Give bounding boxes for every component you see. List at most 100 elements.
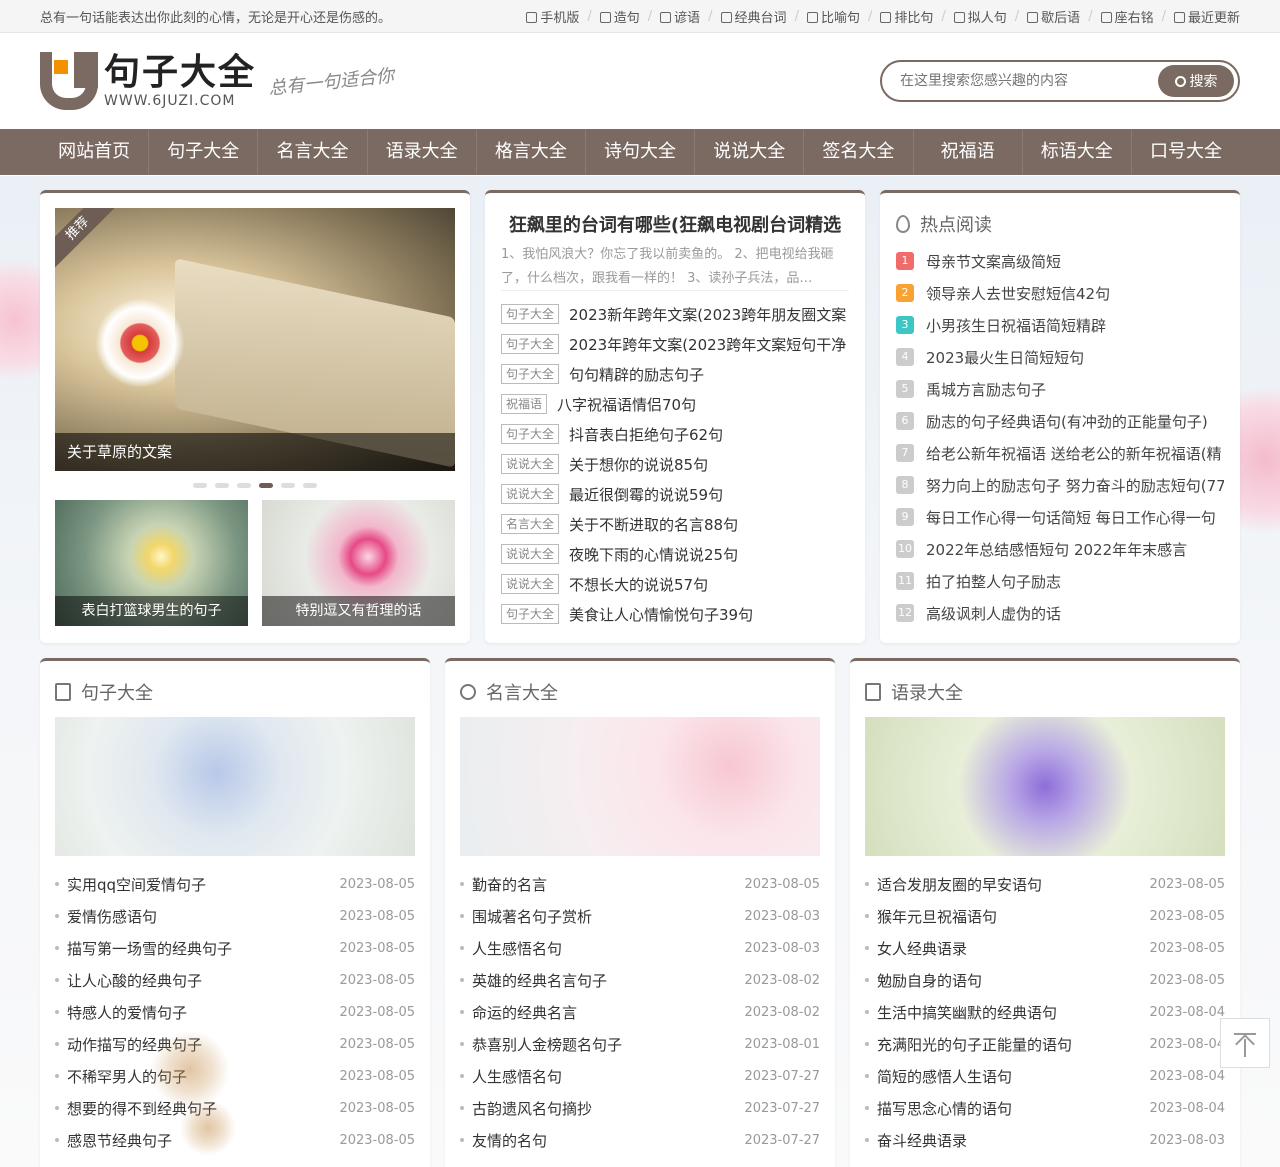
list-item[interactable]: 实用qq空间爱情句子 2023-08-05 bbox=[55, 868, 415, 900]
column-image[interactable] bbox=[55, 717, 415, 856]
hot-item-title[interactable]: 给老公新年祝福语 送给老公的新年祝福语(精 bbox=[926, 443, 1222, 464]
top-link[interactable]: 拟人句 bbox=[953, 7, 1007, 26]
list-item-title[interactable]: 英雄的经典名言句子 bbox=[460, 970, 607, 991]
slider-dot[interactable] bbox=[281, 483, 295, 488]
list-item[interactable]: 充满阳光的句子正能量的语句 2023-08-04 bbox=[865, 1028, 1225, 1060]
top-link[interactable]: 座右铭 bbox=[1100, 7, 1154, 26]
list-item-title[interactable]: 奋斗经典语录 bbox=[865, 1130, 967, 1151]
featured-item-title[interactable]: 美食让人心情愉悦句子39句 bbox=[569, 604, 753, 625]
hot-item[interactable]: 2 领导亲人去世安慰短信42句 bbox=[896, 277, 1224, 309]
list-item-title[interactable]: 让人心酸的经典句子 bbox=[55, 970, 202, 991]
list-item[interactable]: 动作描写的经典句子 2023-08-05 bbox=[55, 1028, 415, 1060]
hot-item[interactable]: 3 小男孩生日祝福语简短精辟 bbox=[896, 309, 1224, 341]
list-item-title[interactable]: 不稀罕男人的句子 bbox=[55, 1066, 187, 1087]
list-item[interactable]: 描写第一场雪的经典句子 2023-08-05 bbox=[55, 932, 415, 964]
slider-image[interactable]: 推荐 关于草原的文案 bbox=[55, 208, 455, 471]
featured-item-title[interactable]: 2023新年跨年文案(2023跨年朋友圈文案 bbox=[569, 304, 846, 325]
featured-item[interactable]: 名言大全 关于不断进取的名言88句 bbox=[501, 509, 849, 539]
slider-dot[interactable] bbox=[303, 483, 317, 488]
hot-item[interactable]: 11 拍了拍整人句子励志 bbox=[896, 565, 1224, 597]
top-link[interactable]: 手机版 bbox=[526, 7, 579, 26]
category-tag[interactable]: 说说大全 bbox=[501, 484, 560, 504]
category-tag[interactable]: 说说大全 bbox=[501, 544, 560, 564]
list-item-title[interactable]: 女人经典语录 bbox=[865, 938, 967, 959]
back-to-top-button[interactable] bbox=[1220, 1018, 1270, 1068]
featured-item[interactable]: 句子大全 2023年跨年文案(2023跨年文案短句干净 bbox=[501, 329, 849, 359]
hot-item[interactable]: 8 努力向上的励志句子 努力奋斗的励志短句(77 bbox=[896, 469, 1224, 501]
list-item[interactable]: 生活中搞笑幽默的经典语句 2023-08-04 bbox=[865, 996, 1225, 1028]
hot-item-title[interactable]: 禹城方言励志句子 bbox=[926, 379, 1046, 400]
list-item[interactable]: 恭喜别人金榜题名句子 2023-08-01 bbox=[460, 1028, 820, 1060]
featured-item[interactable]: 说说大全 最近很倒霉的说说59句 bbox=[501, 479, 849, 509]
hot-item[interactable]: 10 2022年总结感悟短句 2022年年末感言 bbox=[896, 533, 1224, 565]
nav-item[interactable]: 祝福语 bbox=[914, 129, 1023, 175]
list-item-title[interactable]: 友情的名句 bbox=[460, 1130, 547, 1151]
list-item-title[interactable]: 充满阳光的句子正能量的语句 bbox=[865, 1034, 1072, 1055]
hot-item-title[interactable]: 每日工作心得一句话简短 每日工作心得一句 bbox=[926, 507, 1216, 528]
list-item[interactable]: 英雄的经典名言句子 2023-08-02 bbox=[460, 964, 820, 996]
hot-item-title[interactable]: 努力向上的励志句子 努力奋斗的励志短句(77 bbox=[926, 475, 1224, 496]
list-item[interactable]: 人生感悟名句 2023-07-27 bbox=[460, 1060, 820, 1092]
list-item[interactable]: 想要的得不到经典句子 2023-08-05 bbox=[55, 1092, 415, 1124]
logo[interactable]: 句子大全 WWW.6JUZI.COM 总有一句适合你 bbox=[40, 52, 395, 110]
nav-item[interactable]: 口号大全 bbox=[1132, 129, 1240, 175]
featured-title[interactable]: 狂飙里的台词有哪些(狂飙电视剧台词精选 bbox=[501, 211, 849, 237]
hot-item[interactable]: 6 励志的句子经典语句(有冲劲的正能量句子) bbox=[896, 405, 1224, 437]
top-link[interactable]: 造句 bbox=[599, 7, 640, 26]
nav-item[interactable]: 语录大全 bbox=[368, 129, 477, 175]
nav-item[interactable]: 句子大全 bbox=[149, 129, 259, 175]
hot-item-title[interactable]: 高级讽刺人虚伪的话 bbox=[926, 603, 1061, 624]
nav-item[interactable]: 名言大全 bbox=[258, 129, 368, 175]
featured-item[interactable]: 句子大全 句句精辟的励志句子 bbox=[501, 359, 849, 389]
hot-item-title[interactable]: 2022年总结感悟短句 2022年年末感言 bbox=[926, 539, 1187, 560]
list-item-title[interactable]: 描写思念心情的语句 bbox=[865, 1098, 1012, 1119]
list-item[interactable]: 古韵遗风名句摘抄 2023-07-27 bbox=[460, 1092, 820, 1124]
top-link[interactable]: 排比句 bbox=[880, 7, 933, 26]
hot-item[interactable]: 1 母亲节文案高级简短 bbox=[896, 245, 1224, 277]
column-title[interactable]: 名言大全 bbox=[486, 679, 558, 705]
list-item[interactable]: 不稀罕男人的句子 2023-08-05 bbox=[55, 1060, 415, 1092]
featured-item[interactable]: 说说大全 关于想你的说说85句 bbox=[501, 449, 849, 479]
list-item[interactable]: 人生感悟名句 2023-08-03 bbox=[460, 932, 820, 964]
category-tag[interactable]: 句子大全 bbox=[501, 604, 560, 624]
featured-item[interactable]: 句子大全 美食让人心情愉悦句子39句 bbox=[501, 599, 849, 629]
hot-item[interactable]: 4 2023最火生日简短短句 bbox=[896, 341, 1224, 373]
hot-item[interactable]: 7 给老公新年祝福语 送给老公的新年祝福语(精 bbox=[896, 437, 1224, 469]
category-tag[interactable]: 句子大全 bbox=[501, 304, 560, 324]
slider-caption[interactable]: 关于草原的文案 bbox=[55, 433, 455, 471]
featured-item-title[interactable]: 夜晚下雨的心情说说25句 bbox=[569, 544, 738, 565]
hot-item-title[interactable]: 小男孩生日祝福语简短精辟 bbox=[926, 315, 1106, 336]
hot-item-title[interactable]: 母亲节文案高级简短 bbox=[926, 251, 1061, 272]
hot-item[interactable]: 12 高级讽刺人虚伪的话 bbox=[896, 597, 1224, 629]
nav-item[interactable]: 格言大全 bbox=[477, 129, 586, 175]
top-link[interactable]: 歇后语 bbox=[1027, 7, 1080, 26]
list-item-title[interactable]: 描写第一场雪的经典句子 bbox=[55, 938, 232, 959]
slider-dot[interactable] bbox=[193, 483, 207, 488]
list-item-title[interactable]: 人生感悟名句 bbox=[460, 938, 562, 959]
featured-item-title[interactable]: 不想长大的说说57句 bbox=[569, 574, 708, 595]
column-image[interactable] bbox=[460, 717, 820, 856]
list-item[interactable]: 让人心酸的经典句子 2023-08-05 bbox=[55, 964, 415, 996]
list-item-title[interactable]: 感恩节经典句子 bbox=[55, 1130, 172, 1151]
slider-dot[interactable] bbox=[215, 483, 229, 488]
list-item-title[interactable]: 人生感悟名句 bbox=[460, 1066, 562, 1087]
featured-item[interactable]: 说说大全 夜晚下雨的心情说说25句 bbox=[501, 539, 849, 569]
list-item[interactable]: 命运的经典名言 2023-08-02 bbox=[460, 996, 820, 1028]
list-item-title[interactable]: 实用qq空间爱情句子 bbox=[55, 874, 206, 895]
list-item-title[interactable]: 古韵遗风名句摘抄 bbox=[460, 1098, 592, 1119]
list-item[interactable]: 围城著名句子赏析 2023-08-03 bbox=[460, 900, 820, 932]
list-item[interactable]: 感恩节经典句子 2023-08-05 bbox=[55, 1124, 415, 1156]
list-item-title[interactable]: 勤奋的名言 bbox=[460, 874, 547, 895]
nav-item[interactable]: 网站首页 bbox=[40, 129, 150, 175]
featured-item[interactable]: 祝福语 八字祝福语情侣70句 bbox=[501, 389, 849, 419]
thumb-card[interactable]: 表白打篮球男生的句子 bbox=[55, 500, 248, 626]
list-item[interactable]: 勤奋的名言 2023-08-05 bbox=[460, 868, 820, 900]
nav-item[interactable]: 签名大全 bbox=[804, 129, 914, 175]
list-item-title[interactable]: 特感人的爱情句子 bbox=[55, 1002, 187, 1023]
list-item[interactable]: 特感人的爱情句子 2023-08-05 bbox=[55, 996, 415, 1028]
list-item[interactable]: 描写思念心情的语句 2023-08-04 bbox=[865, 1092, 1225, 1124]
list-item[interactable]: 女人经典语录 2023-08-05 bbox=[865, 932, 1225, 964]
list-item-title[interactable]: 想要的得不到经典句子 bbox=[55, 1098, 217, 1119]
featured-item[interactable]: 句子大全 抖音表白拒绝句子62句 bbox=[501, 419, 849, 449]
thumb-caption[interactable]: 表白打篮球男生的句子 bbox=[55, 596, 248, 626]
